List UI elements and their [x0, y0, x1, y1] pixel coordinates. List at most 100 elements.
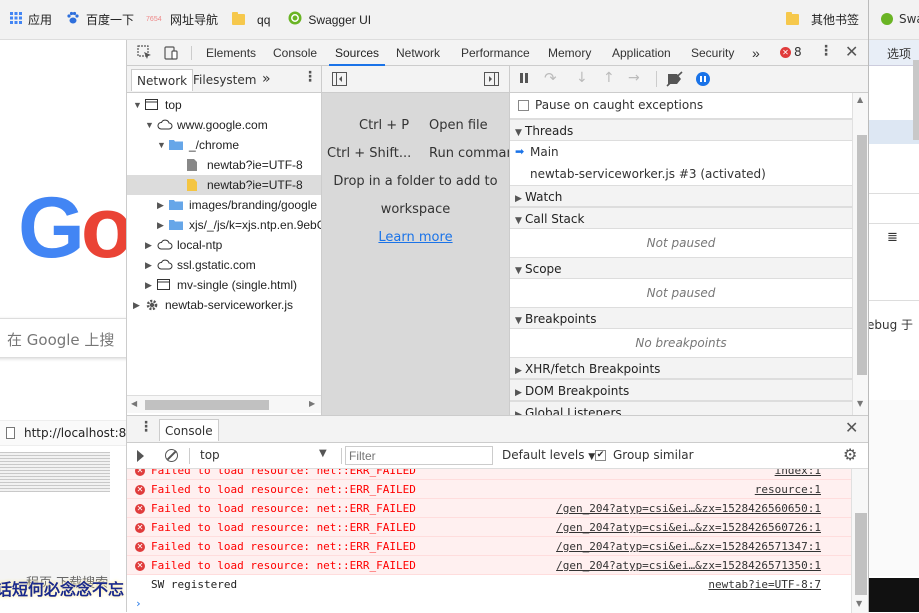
clear-console-icon[interactable] [165, 449, 178, 462]
device-toolbar-icon[interactable] [163, 45, 179, 64]
expand-closed-icon[interactable]: ▶ [145, 275, 155, 295]
tree-item[interactable]: newtab?ie=UTF-8 [127, 155, 321, 175]
divider [341, 448, 342, 464]
bookmark-nav[interactable]: 7654 网址导航 [146, 11, 218, 28]
thread-serviceworker[interactable]: newtab-serviceworker.js #3 (activated) [530, 163, 766, 185]
nav-more-button[interactable]: » [262, 68, 271, 90]
close-drawer-icon[interactable]: ✕ [845, 418, 858, 437]
message-source-link[interactable]: newtab?ie=UTF-8:7 [708, 575, 821, 594]
expand-closed-icon[interactable]: ▶ [133, 295, 143, 315]
scroll-thumb[interactable] [855, 513, 867, 595]
more-tabs-button[interactable]: » [752, 40, 760, 66]
message-source-link[interactable]: /gen_204?atyp=csi&ei…&zx=1528426571350:1 [556, 556, 821, 575]
group-similar-checkbox[interactable]: ✔ [595, 450, 606, 461]
pause-on-exceptions-icon[interactable] [696, 72, 710, 86]
expand-open-icon[interactable]: ▼ [133, 95, 143, 115]
expand-closed-icon[interactable]: ▶ [157, 195, 167, 215]
sidebar-vscrollbar[interactable]: ▲ ▼ [852, 93, 869, 415]
message-source-link[interactable]: /gen_204?atyp=csi&ei…&zx=1528426560650:1 [556, 499, 821, 518]
tab-console[interactable]: Console [273, 40, 317, 66]
tree-item[interactable]: ▼ _/chrome [127, 135, 321, 155]
tab-memory[interactable]: Memory [548, 40, 591, 66]
bookmark-qq[interactable]: qq [232, 12, 270, 27]
tab-elements[interactable]: Elements [206, 40, 256, 66]
tab-performance[interactable]: Performance [461, 40, 530, 66]
kebab-menu-icon[interactable]: ⋮ [819, 43, 833, 59]
tab-security[interactable]: Security [691, 40, 734, 66]
nav-hscrollbar[interactable]: ◀ ▶ [127, 395, 321, 413]
error-count[interactable]: 8 [794, 45, 802, 59]
tree-item[interactable]: ▶ local-ntp [127, 235, 321, 255]
tree-item[interactable]: ▶ mv-single (single.html) [127, 275, 321, 295]
tree-item[interactable]: ▶ xjs/_/js/k=xjs.ntp.en.9ebG [127, 215, 321, 235]
scroll-thumb[interactable] [145, 400, 269, 410]
options-button[interactable]: 选项 [887, 45, 911, 62]
deactivate-breakpoints-icon[interactable] [666, 71, 684, 90]
message-source-link[interactable]: index:1 [775, 469, 821, 480]
tree-item[interactable]: ▼ www.google.com [127, 115, 321, 135]
url-row[interactable]: http://localhost:8 [0, 420, 126, 446]
pause-icon[interactable] [520, 73, 523, 83]
bookmark-swagger[interactable]: Swagger UI [288, 11, 371, 28]
toggle-debugger-icon[interactable] [484, 72, 499, 89]
log-levels-dropdown[interactable]: Default levels ▼ [502, 448, 595, 462]
message-source-link[interactable]: resource:1 [755, 480, 821, 499]
inspect-element-icon[interactable] [137, 45, 153, 64]
step-icon[interactable]: → [628, 70, 640, 86]
pause-caught-checkbox[interactable] [518, 100, 529, 111]
nav-menu-icon[interactable]: ⋮ [303, 69, 317, 85]
align-icon[interactable]: ≣ [887, 230, 898, 245]
tree-item[interactable]: ▶ newtab-serviceworker.js [127, 295, 321, 315]
breakpoints-header[interactable]: ▼ Breakpoints [510, 307, 852, 329]
bookmark-label: 其他书签 [811, 13, 860, 27]
message-source-link[interactable]: /gen_204?atyp=csi&ei…&zx=1528426560726:1 [556, 518, 821, 537]
step-over-icon[interactable]: ↷ [544, 69, 557, 87]
message-source-link[interactable]: /gen_204?atyp=csi&ei…&zx=1528426571347:1 [556, 537, 821, 556]
global-listeners-header[interactable]: ▶ Global Listeners [510, 401, 852, 415]
nav-tab-filesystem[interactable]: Filesystem [193, 69, 256, 91]
expand-open-icon[interactable]: ▼ [157, 135, 167, 155]
drawer-tab-console[interactable]: Console [159, 419, 219, 441]
expand-closed-icon[interactable]: ▶ [145, 255, 155, 275]
step-out-icon[interactable]: ↑ [603, 70, 615, 86]
show-sidebar-icon[interactable] [137, 450, 144, 462]
scroll-thumb[interactable] [857, 135, 867, 375]
scope-header[interactable]: ▼ Scope [510, 257, 852, 279]
console-filter-input[interactable] [345, 446, 493, 465]
watch-header[interactable]: ▶ Watch [510, 185, 852, 207]
nav-tab-network[interactable]: Network [131, 69, 194, 91]
bookmark-baidu[interactable]: 百度一下 [66, 11, 134, 28]
scroll-thumb[interactable] [913, 60, 919, 140]
expand-open-icon[interactable]: ▼ [145, 115, 155, 135]
current-thread-arrow-icon: ➡ [515, 145, 525, 158]
tree-item[interactable]: newtab?ie=UTF-8 [127, 175, 321, 195]
error-icon[interactable]: ✕ [780, 47, 791, 58]
search-box[interactable]: 在 Google 上搜 [0, 318, 126, 358]
step-into-icon[interactable]: ↓ [576, 70, 588, 86]
tree-item-label: newtab?ie=UTF-8 [207, 158, 303, 172]
close-devtools-icon[interactable]: ✕ [845, 42, 858, 61]
tree-item[interactable]: ▼ top [127, 95, 321, 115]
tab-network[interactable]: Network [396, 40, 440, 66]
toggle-navigator-icon[interactable] [332, 72, 347, 89]
console-prompt[interactable]: › [127, 594, 851, 613]
learn-more-link[interactable]: Learn more [322, 230, 509, 245]
call-stack-header[interactable]: ▼ Call Stack [510, 207, 852, 229]
threads-header[interactable]: ▼ Threads [510, 119, 852, 141]
tab-application[interactable]: Application [612, 40, 671, 66]
console-settings-gear-icon[interactable]: ⚙ [843, 445, 857, 464]
bookmark-apps[interactable]: 应用 [10, 11, 52, 28]
tree-item[interactable]: ▶ images/branding/google [127, 195, 321, 215]
xhr-breakpoints-header[interactable]: ▶ XHR/fetch Breakpoints [510, 357, 852, 379]
expand-closed-icon[interactable]: ▶ [157, 215, 167, 235]
expand-closed-icon[interactable]: ▶ [145, 235, 155, 255]
tab-sources[interactable]: Sources [329, 40, 386, 66]
dom-breakpoints-header[interactable]: ▶ DOM Breakpoints [510, 379, 852, 401]
console-vscrollbar[interactable]: ▼ [851, 469, 869, 613]
drawer-menu-icon[interactable]: ⋮ [139, 419, 153, 435]
context-select[interactable]: top ▼ [197, 447, 335, 465]
bookmark-other[interactable]: 其他书签 [786, 11, 859, 28]
thread-main[interactable]: ➡ Main [510, 141, 852, 163]
background-tab[interactable]: Swa [869, 0, 919, 40]
tree-item[interactable]: ▶ ssl.gstatic.com [127, 255, 321, 275]
